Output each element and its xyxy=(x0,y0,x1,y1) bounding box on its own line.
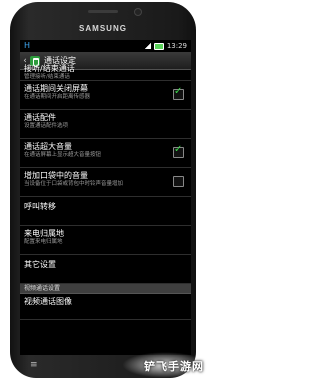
setting-title: 通话超大音量 xyxy=(24,142,72,151)
checkbox-checked[interactable] xyxy=(173,144,184,158)
setting-screen-off-during-call[interactable]: 通话期间关闭屏幕 在通话期间开启距离传感器 xyxy=(20,81,191,110)
setting-call-accessories[interactable]: 通话配件 设置通话配件选项 xyxy=(20,110,191,139)
setting-subtitle: 在通话期间开启距离传感器 xyxy=(24,94,91,100)
battery-icon xyxy=(153,42,164,50)
setting-title: 通话期间关闭屏幕 xyxy=(24,84,88,93)
setting-subtitle: 设置通话配件选项 xyxy=(24,123,69,129)
settings-list: 接听/结束通话 管理接听/结束通话 通话期间关闭屏幕 在通话期间开启距离传感器 … xyxy=(20,64,191,320)
status-bar: H 13:29 xyxy=(20,40,191,52)
setting-video-call-image[interactable]: 视频通话图像 xyxy=(20,294,191,320)
phone-screen: H 13:29 ‹ 通话设定 接听/结束通话 管理接听/结束通话 通话期间关闭屏… xyxy=(20,40,191,355)
checkbox-checked[interactable] xyxy=(173,86,184,100)
brand-logo: SAMSUNG xyxy=(79,24,127,33)
phone-top-bezel: SAMSUNG xyxy=(10,2,196,38)
front-camera xyxy=(134,8,142,16)
earpiece xyxy=(88,10,118,13)
network-icon: H xyxy=(24,41,31,50)
setting-title: 视频通话图像 xyxy=(24,297,72,306)
setting-pocket-volume[interactable]: 增加口袋中的音量 当设备位于口袋或背包中时铃声音量增加 xyxy=(20,168,191,197)
setting-subtitle: 在通话屏幕上显示超大音量按钮 xyxy=(24,152,102,158)
setting-extra-volume[interactable]: 通话超大音量 在通话屏幕上显示超大音量按钮 xyxy=(20,139,191,168)
setting-other-settings[interactable]: 其它设置 xyxy=(20,255,191,284)
checkbox-unchecked[interactable] xyxy=(173,176,184,187)
setting-title: 呼叫转移 xyxy=(24,202,56,211)
setting-title: 增加口袋中的音量 xyxy=(24,171,88,180)
setting-answer-end-call[interactable]: 接听/结束通话 管理接听/结束通话 xyxy=(20,64,191,81)
setting-title: 接听/结束通话 xyxy=(24,64,75,73)
setting-title: 来电归属地 xyxy=(24,229,64,238)
signal-icon xyxy=(143,43,151,49)
setting-title: 通话配件 xyxy=(24,113,56,122)
setting-subtitle: 配置来电归属地 xyxy=(24,239,63,245)
setting-title: 其它设置 xyxy=(24,260,56,269)
watermark-logo: 铲飞手游网 xyxy=(144,360,204,373)
menu-key-icon[interactable]: ≡ xyxy=(30,360,38,370)
setting-call-forwarding[interactable]: 呼叫转移 xyxy=(20,197,191,226)
status-time: 13:29 xyxy=(166,42,187,50)
setting-caller-location[interactable]: 来电归属地 配置来电归属地 xyxy=(20,226,191,255)
setting-subtitle: 管理接听/结束通话 xyxy=(24,74,70,80)
setting-subtitle: 当设备位于口袋或背包中时铃声音量增加 xyxy=(24,181,124,187)
section-header-video-call: 视频通话设置 xyxy=(20,284,191,294)
